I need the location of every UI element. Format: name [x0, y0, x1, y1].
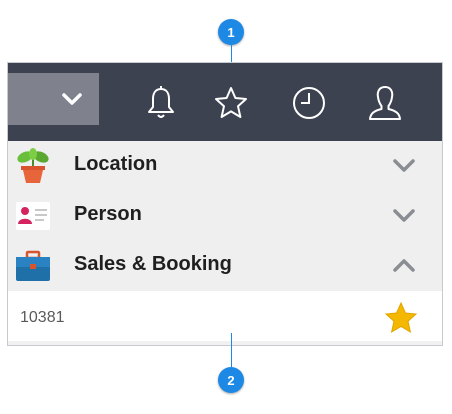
chevron-down-icon — [62, 93, 82, 105]
callout-badge-2: 2 — [218, 367, 244, 393]
app-panel: Location Person Sales & Booking 10381 — [7, 62, 443, 346]
item-number: 10381 — [20, 309, 65, 326]
favorites-button[interactable] — [211, 83, 251, 123]
menu-item-label: Sales & Booking — [74, 253, 232, 275]
dropdown-button[interactable] — [8, 73, 99, 125]
bell-icon — [148, 86, 174, 118]
menu-item-sales-booking[interactable]: Sales & Booking — [8, 241, 442, 291]
clock-icon — [293, 87, 325, 119]
history-button[interactable] — [289, 83, 329, 123]
star-outline-icon — [215, 87, 247, 118]
chevron-up-icon[interactable] — [392, 255, 416, 277]
menu-item-person[interactable]: Person — [8, 191, 442, 241]
notifications-button[interactable] — [141, 83, 181, 123]
chevron-down-icon[interactable] — [392, 155, 416, 177]
person-card-icon — [16, 202, 50, 230]
menu-item-location[interactable]: Location — [8, 141, 442, 191]
panel-bottom-edge — [8, 341, 442, 345]
callout-badge-1: 1 — [218, 19, 244, 45]
chevron-down-icon[interactable] — [392, 205, 416, 227]
list-item[interactable]: 10381 — [8, 292, 442, 342]
menu-item-label: Person — [74, 203, 142, 225]
menu-item-label: Location — [74, 153, 158, 175]
briefcase-icon — [16, 250, 50, 281]
user-profile-button[interactable] — [365, 83, 405, 123]
star-filled-icon[interactable] — [384, 302, 418, 334]
plant-icon — [17, 148, 49, 183]
callout-line-2 — [231, 333, 232, 367]
user-icon — [369, 86, 401, 120]
top-toolbar — [8, 63, 442, 141]
